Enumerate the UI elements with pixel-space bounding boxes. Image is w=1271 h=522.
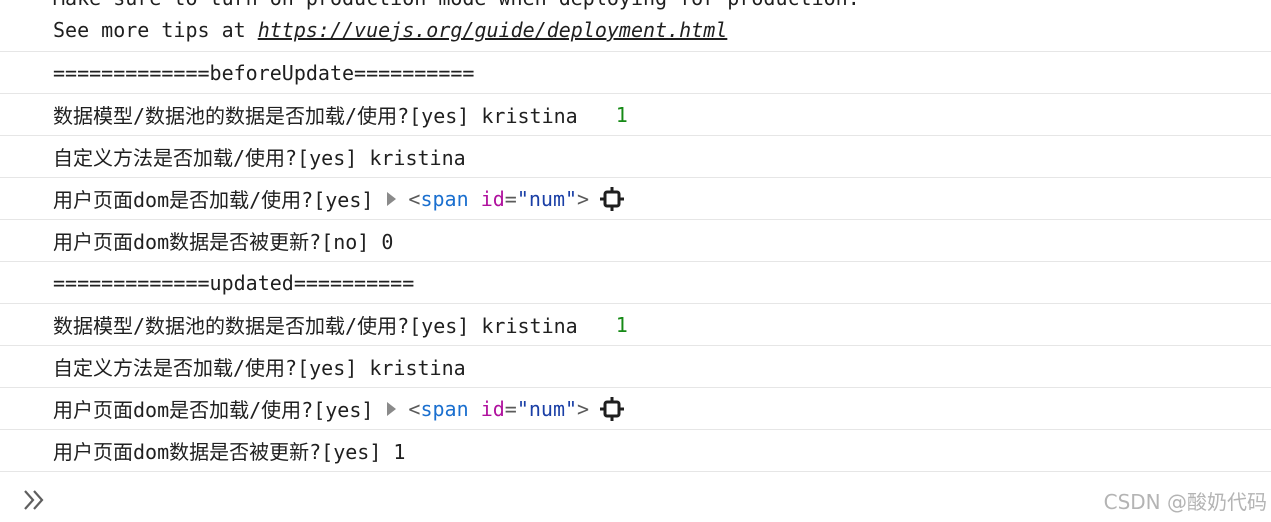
expand-triangle-icon[interactable] — [387, 401, 397, 416]
dom-node-span[interactable]: <span id="num"> — [408, 397, 589, 421]
log-text: 数据模型/数据池的数据是否加载/使用?[yes] kristina — [53, 314, 578, 338]
log-text: 用户页面dom是否加载/使用?[yes] — [53, 398, 374, 422]
attribute-name: id — [480, 396, 505, 421]
log-text: 数据模型/数据池的数据是否加载/使用?[yes] kristina — [53, 104, 578, 128]
console-log-panel: Make sure to turn on production mode whe… — [0, 0, 1271, 472]
log-number-value: 1 — [615, 102, 628, 127]
log-text: 自定义方法是否加载/使用?[yes] kristina — [53, 146, 466, 170]
warning-line-1: Make sure to turn on production mode whe… — [53, 0, 860, 9]
dom-node-span[interactable]: <span id="num"> — [408, 187, 589, 211]
tag-open-bracket: < — [408, 186, 421, 211]
log-row-dom-updated-no: 用户页面dom数据是否被更新?[no] 0 — [0, 220, 1271, 262]
log-row-dom-updated-yes: 用户页面dom数据是否被更新?[yes] 1 — [0, 430, 1271, 472]
inspect-element-icon[interactable] — [599, 396, 625, 422]
double-chevron-right-icon — [22, 488, 48, 512]
log-text: 用户页面dom数据是否被更新?[yes] 1 — [53, 440, 406, 464]
expand-triangle-icon[interactable] — [387, 191, 397, 206]
inspect-element-icon[interactable] — [599, 186, 625, 212]
tag-name: span — [420, 396, 469, 421]
log-number-value: 1 — [615, 312, 628, 337]
log-text: 自定义方法是否加载/使用?[yes] kristina — [53, 356, 466, 380]
tag-name: span — [420, 186, 469, 211]
attribute-value: "num" — [516, 396, 578, 421]
log-row-dom-loaded: 用户页面dom是否加载/使用?[yes] <span id="num"> — [0, 178, 1271, 220]
tag-close-bracket: > — [577, 186, 590, 211]
log-text: =============updated========== — [53, 270, 415, 295]
log-row-data-model: 数据模型/数据池的数据是否加载/使用?[yes] kristina 1 — [0, 94, 1271, 136]
log-text: =============beforeUpdate========== — [53, 60, 475, 85]
warning-line-2: See more tips at https://vuejs.org/guide… — [53, 18, 727, 42]
attribute-equals: = — [504, 396, 517, 421]
log-row-production-warning: Make sure to turn on production mode whe… — [0, 0, 1271, 52]
log-row-dom-loaded: 用户页面dom是否加载/使用?[yes] <span id="num"> — [0, 388, 1271, 430]
csdn-watermark: CSDN @酸奶代码 — [1103, 490, 1267, 514]
log-row-before-update-header: =============beforeUpdate========== — [0, 52, 1271, 94]
log-row-custom-method: 自定义方法是否加载/使用?[yes] kristina — [0, 346, 1271, 388]
log-text: 用户页面dom数据是否被更新?[no] 0 — [53, 230, 394, 254]
console-input[interactable] — [60, 484, 1064, 516]
console-prompt[interactable] — [0, 476, 1271, 522]
tag-open-bracket: < — [408, 396, 421, 421]
attribute-value: "num" — [516, 186, 578, 211]
log-text: 用户页面dom是否加载/使用?[yes] — [53, 188, 374, 212]
log-row-data-model: 数据模型/数据池的数据是否加载/使用?[yes] kristina 1 — [0, 304, 1271, 346]
log-row-updated-header: =============updated========== — [0, 262, 1271, 304]
attribute-name: id — [480, 186, 505, 211]
log-row-custom-method: 自定义方法是否加载/使用?[yes] kristina — [0, 136, 1271, 178]
tag-close-bracket: > — [577, 396, 590, 421]
attribute-equals: = — [504, 186, 517, 211]
warning-prefix: See more tips at — [53, 18, 258, 42]
deployment-guide-link[interactable]: https://vuejs.org/guide/deployment.html — [258, 18, 728, 42]
